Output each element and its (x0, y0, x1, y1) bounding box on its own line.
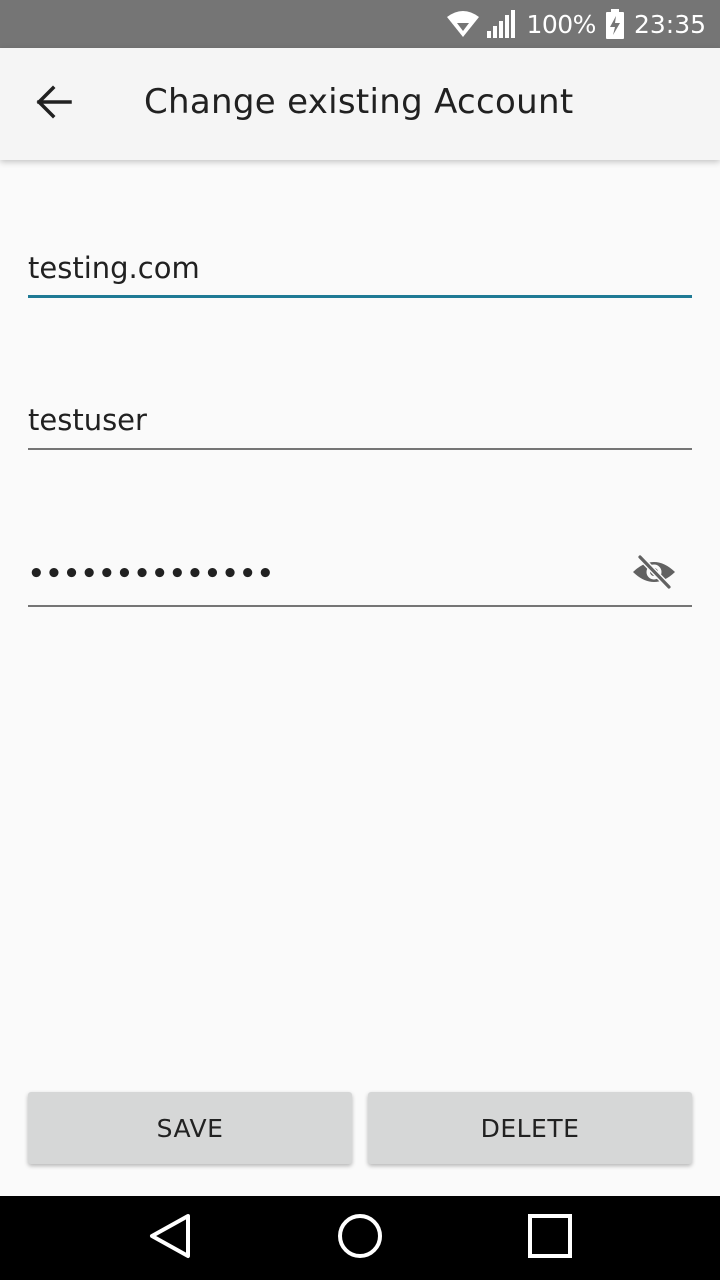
status-clock: 23:35 (633, 9, 706, 39)
status-bar: 100% 23:35 (0, 0, 720, 48)
battery-percent: 100% (526, 9, 596, 39)
nav-back-button[interactable] (138, 1206, 202, 1270)
app-bar: Change existing Account (0, 48, 720, 160)
nav-back-icon (148, 1213, 192, 1263)
battery-charging-icon (605, 9, 624, 39)
nav-recents-icon (527, 1213, 573, 1263)
save-button[interactable]: SAVE (28, 1092, 352, 1164)
username-field[interactable]: testuser (28, 400, 692, 450)
host-value: testing.com (28, 251, 200, 285)
password-value: •••••••••••••• (28, 559, 275, 589)
screen: 100% 23:35 Change existing Account testi… (0, 0, 720, 1280)
signal-icon (486, 9, 516, 39)
back-button[interactable] (22, 72, 86, 136)
page-title: Change existing Account (144, 82, 574, 122)
nav-home-icon (337, 1213, 383, 1263)
username-value: testuser (28, 403, 147, 437)
arrow-back-icon (36, 85, 72, 123)
nav-recents-button[interactable] (518, 1206, 582, 1270)
nav-home-button[interactable] (328, 1206, 392, 1270)
password-field[interactable]: •••••••••••••• (28, 550, 692, 607)
host-field[interactable]: testing.com (28, 248, 692, 298)
eye-off-icon (631, 554, 677, 594)
delete-button[interactable]: DELETE (368, 1092, 692, 1164)
wifi-icon (446, 10, 480, 38)
password-visibility-toggle[interactable] (630, 552, 678, 596)
navigation-bar (0, 1196, 720, 1280)
